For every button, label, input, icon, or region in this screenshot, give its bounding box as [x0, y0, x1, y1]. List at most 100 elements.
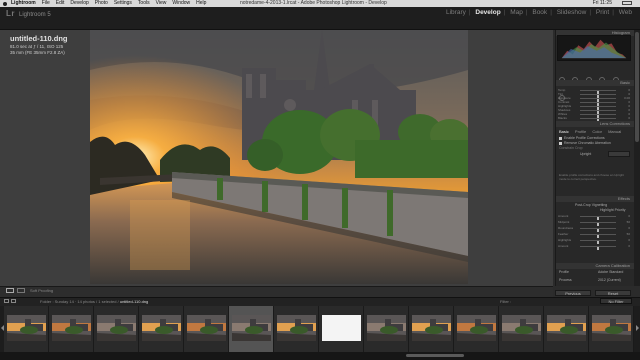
upright-label: Upright	[580, 152, 592, 156]
slider-track[interactable]	[580, 114, 616, 118]
reset-button[interactable]: Reset	[595, 290, 631, 296]
image-filename: untitled-110.dng	[10, 34, 68, 43]
process-value[interactable]: 2012 (Current)	[598, 278, 621, 282]
tab-manual[interactable]: Manual	[608, 129, 621, 134]
filmstrip-thumbnail[interactable]	[139, 306, 184, 352]
upright-off-button[interactable]	[608, 151, 630, 157]
module-web[interactable]: Web	[619, 9, 632, 16]
menu-photo[interactable]: Photo	[95, 0, 108, 7]
slider-value[interactable]: 0	[628, 116, 630, 120]
loupe-view-icon[interactable]	[6, 288, 14, 293]
slider-value[interactable]: 0	[628, 238, 630, 242]
folder-path[interactable]: Folder : Sunday 14 · 14 photos / 1 selec…	[40, 299, 119, 304]
filmstrip-thumbnail[interactable]	[499, 306, 544, 352]
slider-track[interactable]	[580, 110, 616, 114]
module-library[interactable]: Library	[446, 9, 466, 16]
primary-display-icon[interactable]	[4, 299, 9, 303]
filmstrip-scrollbar[interactable]	[0, 352, 640, 360]
filmstrip-thumbnail[interactable]	[229, 306, 274, 352]
slider-row[interactable]: Midpoint 50	[558, 220, 630, 226]
slider-value[interactable]: 50	[627, 220, 630, 224]
slider-track[interactable]	[580, 94, 616, 98]
soft-proofing-label[interactable]: Soft Proofing	[30, 288, 53, 293]
slider-label: Roundness	[558, 226, 574, 230]
check-profile-corrections[interactable]: Enable Profile Corrections	[559, 136, 605, 140]
check-chromatic-aberration[interactable]: Remove Chromatic Aberration	[559, 141, 611, 145]
slider-value[interactable]: 0	[628, 214, 630, 218]
menu-view[interactable]: View	[156, 0, 167, 7]
slider-value[interactable]: 0	[628, 244, 630, 248]
slider-value[interactable]: 50	[627, 232, 630, 236]
right-panel-scrollbar[interactable]	[634, 30, 640, 286]
slider-row[interactable]: Amount 0	[558, 214, 630, 220]
main-photo[interactable]	[90, 30, 468, 284]
module-picker: Library | Develop | Map | Book | Slideshow | …	[445, 9, 632, 16]
filter-select[interactable]: No Filter	[600, 298, 632, 304]
slider-track[interactable]	[580, 240, 616, 244]
slider-track[interactable]	[580, 118, 616, 122]
profile-value[interactable]: Adobe Standard	[598, 270, 623, 274]
filmstrip-thumbnail[interactable]	[589, 306, 634, 352]
effects-header[interactable]: Effects	[556, 196, 634, 202]
slider-track[interactable]	[580, 106, 616, 110]
menu-tools[interactable]: Tools	[138, 0, 150, 7]
slider-track[interactable]	[580, 90, 616, 94]
filmstrip-thumbnail[interactable]	[49, 306, 94, 352]
slider-row[interactable]: Highlights 0	[558, 238, 630, 244]
apple-icon[interactable]	[3, 1, 7, 6]
menu-settings[interactable]: Settings	[114, 0, 132, 7]
basic-header[interactable]: Basic	[556, 80, 634, 86]
slider-track[interactable]	[580, 216, 616, 220]
slider-row[interactable]: Feather 50	[558, 232, 630, 238]
menu-edit[interactable]: Edit	[56, 0, 65, 7]
filmstrip-thumbnail[interactable]	[94, 306, 139, 352]
slider-value[interactable]: 0	[628, 226, 630, 230]
slider-track[interactable]	[580, 98, 616, 102]
menu-app[interactable]: Lightroom	[11, 0, 36, 7]
menu-file[interactable]: File	[42, 0, 50, 7]
screen-buttons	[4, 299, 18, 304]
histogram[interactable]	[557, 35, 631, 61]
filmstrip-thumbnail[interactable]	[184, 306, 229, 352]
before-after-icon[interactable]	[17, 288, 25, 293]
module-book[interactable]: Book	[532, 9, 547, 16]
menu-help[interactable]: Help	[196, 0, 206, 7]
slider-track[interactable]	[580, 246, 616, 250]
filmstrip-thumbnail[interactable]	[364, 306, 409, 352]
tab-color[interactable]: Color	[592, 129, 602, 134]
tab-profile[interactable]: Profile	[575, 129, 586, 134]
slider-track[interactable]	[580, 222, 616, 226]
menu-window[interactable]: Window	[172, 0, 190, 7]
slider-label: Feather	[558, 232, 569, 236]
module-print[interactable]: Print	[596, 9, 609, 16]
slider-track[interactable]	[580, 228, 616, 232]
constrain-crop-label[interactable]: Constrain Crop	[559, 146, 583, 150]
clock: Fri 11:25	[592, 0, 612, 6]
filmstrip-thumbnail[interactable]	[4, 306, 49, 352]
filmstrip-left-arrow-icon[interactable]	[1, 325, 4, 331]
slider-track[interactable]	[580, 234, 616, 238]
slider-row[interactable]: Amount 0	[558, 244, 630, 250]
filmstrip-right-arrow-icon[interactable]	[636, 325, 639, 331]
filmstrip-thumbnail[interactable]	[454, 306, 499, 352]
module-slideshow[interactable]: Slideshow	[557, 9, 587, 16]
slider-track[interactable]	[580, 102, 616, 106]
slider-row[interactable]: Roundness 0	[558, 226, 630, 232]
previous-button[interactable]: Previous	[555, 290, 591, 296]
slider-handle[interactable]	[597, 246, 599, 250]
lens-corrections-header[interactable]: Lens Corrections	[556, 121, 634, 127]
slider-row[interactable]: Blacks 0	[558, 116, 630, 122]
vignette-style[interactable]: Highlight Priority	[600, 208, 625, 212]
filmstrip-thumbnail[interactable]	[274, 306, 319, 352]
menu-develop[interactable]: Develop	[70, 0, 88, 7]
slider-label: Amount	[558, 244, 569, 248]
filmstrip-thumbnail[interactable]	[544, 306, 589, 352]
module-map[interactable]: Map	[510, 9, 523, 16]
camera-calibration-header[interactable]: Camera Calibration	[556, 263, 634, 269]
filmstrip-thumbnail[interactable]	[319, 306, 364, 352]
filmstrip-thumbnail[interactable]	[409, 306, 454, 352]
module-develop[interactable]: Develop	[475, 9, 500, 16]
tab-basic[interactable]: Basic	[559, 129, 569, 134]
secondary-display-icon[interactable]	[11, 299, 16, 303]
slider-label: Highlights	[558, 238, 572, 242]
